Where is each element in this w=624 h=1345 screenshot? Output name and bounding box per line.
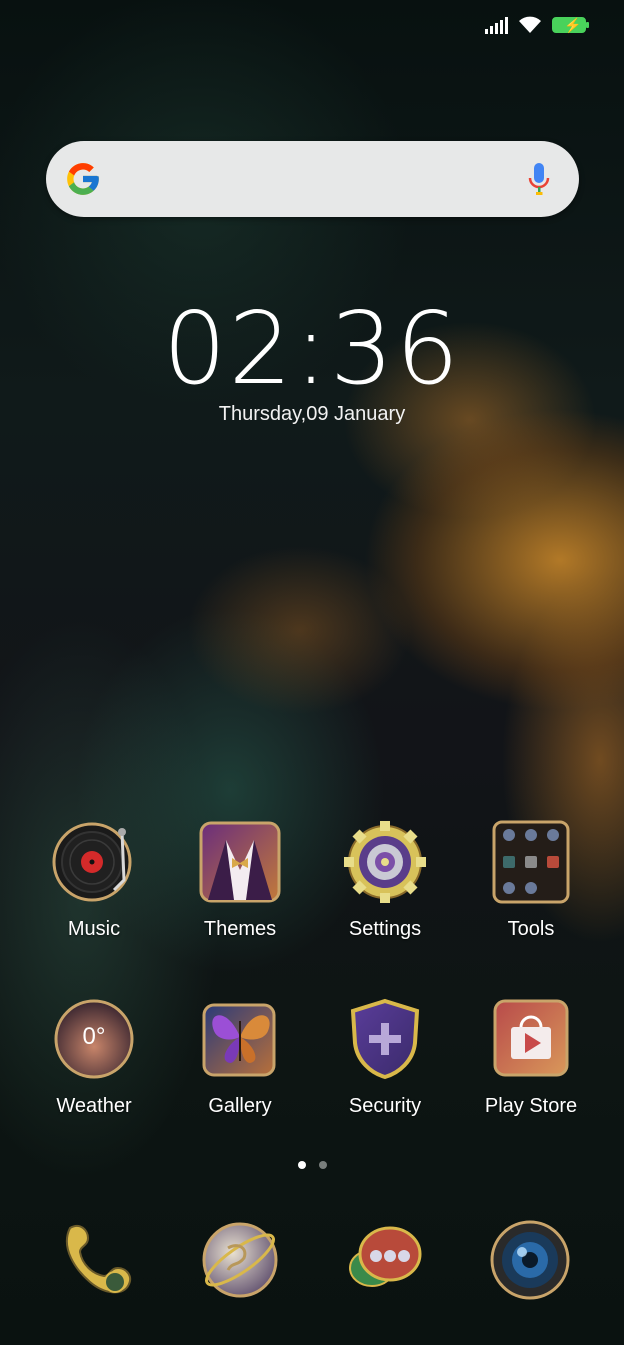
battery-charging-icon: ⚡ [552,17,589,33]
clock-date: Thursday,09 January [218,403,406,425]
app-music[interactable]: Music [29,820,159,941]
folder-icon [489,820,573,904]
page-dot [318,1161,327,1169]
app-settings[interactable]: Settings [320,820,450,941]
app-label: Music [67,918,121,940]
tuxedo-icon [198,820,282,904]
app-label: Themes [203,918,277,940]
weather-temperature: 0° [82,1023,106,1050]
status-bar: ⚡ [0,0,624,56]
app-security[interactable]: Security [320,997,450,1118]
butterfly-icon [198,997,282,1081]
page-dot-active [297,1161,306,1169]
app-play-store[interactable]: Play Store [466,997,596,1118]
app-themes[interactable]: Themes [175,820,305,941]
shopping-bag-icon [489,997,573,1081]
clock-time: 02:36 [162,290,462,407]
app-gallery[interactable]: Gallery [175,997,305,1118]
wifi-icon [519,16,541,33]
app-label: Security [348,1095,422,1117]
app-label: Gallery [208,1095,272,1117]
app-label: Weather [56,1095,132,1117]
google-search-bar[interactable] [46,141,579,217]
google-g-icon [67,163,99,195]
gear-icon [343,820,427,904]
phone-icon[interactable] [54,1218,138,1302]
search-input[interactable] [116,159,500,201]
browser-globe-icon[interactable] [198,1218,282,1302]
clock-widget[interactable]: 02:36 Thursday,09 January [0,295,624,426]
page-indicator [0,1161,624,1169]
app-label: Tools [507,918,555,940]
shield-icon [343,997,427,1081]
vinyl-record-icon [52,820,136,904]
app-weather[interactable]: 0° Weather [29,997,159,1118]
weather-icon: 0° [52,997,136,1081]
messages-icon[interactable] [342,1218,426,1302]
microphone-icon[interactable] [527,161,551,199]
app-label: Play Store [484,1095,578,1117]
cellular-signal-icon [485,16,508,34]
app-tools-folder[interactable]: Tools [466,820,596,941]
app-label: Settings [348,918,422,940]
camera-icon[interactable] [488,1218,572,1302]
status-icons: ⚡ [485,16,589,34]
